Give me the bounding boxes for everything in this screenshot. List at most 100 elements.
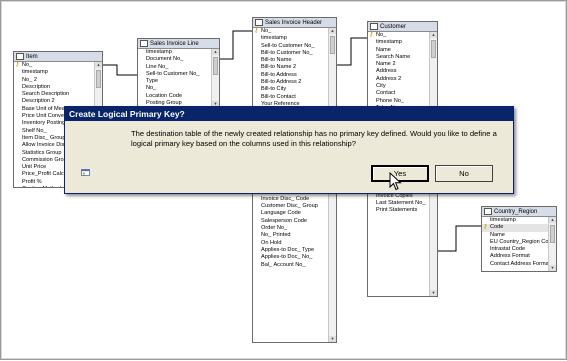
column-row[interactable]: Search Name xyxy=(368,54,429,61)
scroll-thumb[interactable] xyxy=(550,225,555,243)
column-row[interactable]: Contact xyxy=(368,90,429,97)
scroll-thumb[interactable] xyxy=(330,36,335,54)
table-header[interactable]: Sales Invoice Line xyxy=(138,39,219,49)
scroll-down-icon[interactable]: ▼ xyxy=(549,265,556,271)
table-country-region[interactable]: Country_Region timestamp ⚷ Code Name EU Coun… xyxy=(481,206,557,272)
column-row[interactable]: Bill-to Address xyxy=(253,72,328,79)
scroll-down-icon[interactable]: ▼ xyxy=(430,290,437,296)
column-name: Address xyxy=(376,68,397,75)
column-row[interactable]: Line No_ xyxy=(138,64,211,71)
column-row[interactable]: Phone No_ xyxy=(368,98,429,105)
column-row[interactable]: Contact Address Format xyxy=(482,261,548,268)
no-button[interactable]: No xyxy=(435,165,493,182)
column-row[interactable]: Bill-to Name 2 xyxy=(253,64,328,71)
column-row[interactable]: ⚷ No_ xyxy=(14,62,94,69)
column-row[interactable]: Applies-to Doc_ No_ xyxy=(253,254,328,261)
diagram-canvas[interactable]: Item ⚷ No_ timestamp No_ 2 Description Search… xyxy=(0,0,567,360)
column-row[interactable]: Type xyxy=(138,78,211,85)
scroll-thumb[interactable] xyxy=(213,57,218,75)
column-row[interactable]: Document No_ xyxy=(138,56,211,63)
relationship-line[interactable] xyxy=(103,64,137,76)
scroll-thumb[interactable] xyxy=(431,40,436,58)
column-row[interactable]: Print Statements xyxy=(368,207,429,214)
column-list: timestamp Document No_ Line No_ Sell-to Cus… xyxy=(138,49,211,107)
column-row[interactable]: Description xyxy=(14,84,94,91)
column-name: Bill-to Customer No_ xyxy=(261,49,313,56)
table-header[interactable]: Sales Invoice Header xyxy=(253,18,336,28)
table-title: Item xyxy=(26,53,38,60)
column-row[interactable]: Location Code xyxy=(138,93,211,100)
column-row[interactable]: Name xyxy=(368,47,429,54)
column-row[interactable]: Name 2 xyxy=(368,61,429,68)
column-row[interactable]: On Hold xyxy=(253,240,328,247)
column-row[interactable]: City xyxy=(368,83,429,90)
column-row[interactable]: No_ 2 xyxy=(14,77,94,84)
table-header[interactable]: Item xyxy=(14,52,102,62)
column-row[interactable]: Search Description xyxy=(14,91,94,98)
column-name: No_ xyxy=(22,62,33,68)
column-row[interactable]: timestamp xyxy=(368,39,429,46)
column-row[interactable]: timestamp xyxy=(253,35,328,42)
column-row[interactable]: timestamp xyxy=(14,69,94,76)
column-row[interactable]: ⚷ No_ xyxy=(253,28,328,35)
column-row[interactable]: Bill-to Name xyxy=(253,57,328,64)
column-row[interactable]: Bill-to Address 2 xyxy=(253,79,328,86)
column-row[interactable]: Address Format xyxy=(482,253,548,260)
column-row[interactable]: Salesperson Code xyxy=(253,218,328,225)
column-name: No_ Printed xyxy=(261,232,291,239)
column-name: Costing Method xyxy=(22,186,61,187)
column-row[interactable]: Customer Disc_ Group xyxy=(253,203,328,210)
column-row[interactable]: Order No_ xyxy=(253,225,328,232)
column-name: Description xyxy=(22,83,50,90)
column-row[interactable]: ⚷ Code xyxy=(482,224,548,232)
table-header[interactable]: Customer xyxy=(368,22,437,32)
scroll-up-icon[interactable]: ▲ xyxy=(430,32,437,38)
table-header[interactable]: Country_Region xyxy=(482,207,556,217)
column-row[interactable]: Intrastat Code xyxy=(482,246,548,253)
column-row[interactable]: No_ Printed xyxy=(253,232,328,239)
column-row[interactable]: Language Code xyxy=(253,210,328,217)
column-row[interactable]: ⚷ No_ xyxy=(368,32,429,39)
table-sales-invoice-line[interactable]: Sales Invoice Line timestamp Document No_… xyxy=(137,38,220,108)
column-row[interactable]: Sell-to Customer No_ xyxy=(253,43,328,50)
column-name: Statistics Group xyxy=(22,149,62,156)
column-row[interactable]: timestamp xyxy=(138,49,211,56)
column-row[interactable]: Bill-to Contact xyxy=(253,94,328,101)
scroll-down-icon[interactable]: ▼ xyxy=(329,336,336,342)
scroll-thumb[interactable] xyxy=(96,70,101,88)
column-name: Bill-to Address xyxy=(261,71,297,78)
column-row[interactable]: Invoice Disc_ Code xyxy=(253,196,328,203)
relationship-line[interactable] xyxy=(337,37,367,66)
column-name: Name xyxy=(376,46,391,53)
scrollbar[interactable]: ▲▼ xyxy=(211,49,219,107)
dialog-message: The destination table of the newly creat… xyxy=(131,129,497,148)
scroll-up-icon[interactable]: ▲ xyxy=(212,49,219,55)
scrollbar[interactable]: ▲▼ xyxy=(548,217,556,271)
scroll-up-icon[interactable]: ▲ xyxy=(95,62,102,68)
column-name: Sell-to Customer No_ xyxy=(261,42,315,49)
column-name: Bill-to Contact xyxy=(261,93,296,100)
column-name: Intrastat Code xyxy=(490,246,526,253)
relationship-line[interactable] xyxy=(438,225,481,252)
dialog-title[interactable]: Create Logical Primary Key? xyxy=(65,107,513,121)
column-name: Name xyxy=(490,231,505,238)
column-row[interactable]: No_ xyxy=(138,85,211,92)
relationship-line[interactable] xyxy=(220,30,252,60)
column-row[interactable]: Address 2 xyxy=(368,76,429,83)
column-row[interactable]: Sell-to Customer No_ xyxy=(138,71,211,78)
column-row[interactable]: timestamp xyxy=(482,217,548,224)
column-row[interactable]: Last Statement No_ xyxy=(368,200,429,207)
column-row[interactable]: Description 2 xyxy=(14,98,94,105)
column-row[interactable]: Applies-to Doc_ Type xyxy=(253,247,328,254)
column-row[interactable]: EU Country_Region Code xyxy=(482,239,548,246)
column-row[interactable]: Address xyxy=(368,68,429,75)
column-name: Bill-to Name xyxy=(261,57,292,64)
column-row[interactable]: Name xyxy=(482,232,548,239)
scroll-up-icon[interactable]: ▲ xyxy=(549,217,556,223)
column-row[interactable]: Bill-to City xyxy=(253,86,328,93)
column-row[interactable]: Bal_ Account No_ xyxy=(253,262,328,269)
scroll-up-icon[interactable]: ▲ xyxy=(329,28,336,34)
column-row[interactable]: Bill-to Customer No_ xyxy=(253,50,328,57)
column-name: Bill-to Name 2 xyxy=(261,64,297,71)
column-name: Applies-to Doc_ Type xyxy=(261,246,315,253)
